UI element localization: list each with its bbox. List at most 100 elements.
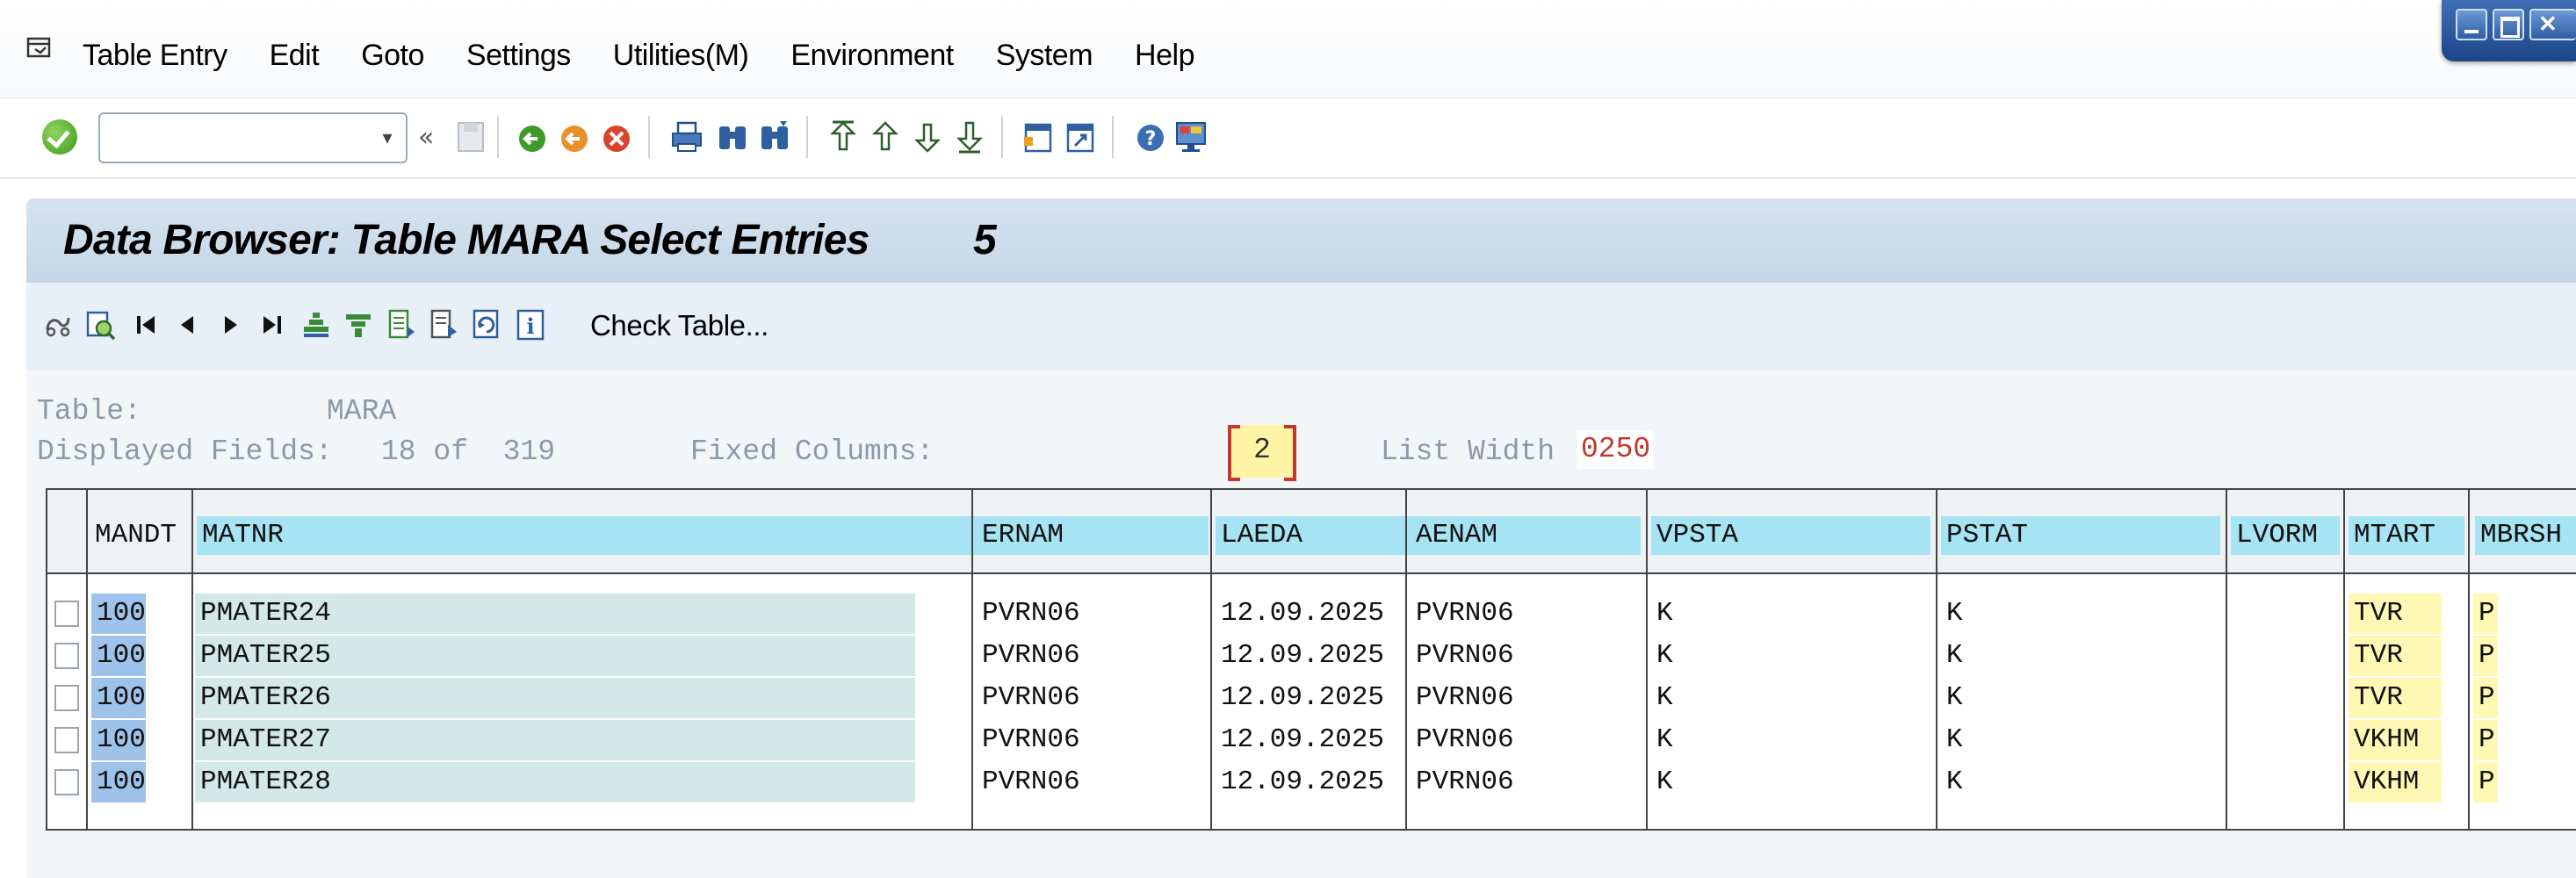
row-select-checkbox[interactable]	[54, 643, 79, 669]
last-entry-icon[interactable]	[255, 307, 286, 342]
table-row[interactable]: 100 PMATER27 PVRN06 12.09.2025 PVRN06 K …	[47, 720, 2576, 762]
menu-utilities[interactable]: Utilities(M)	[613, 39, 749, 73]
previous-page-icon[interactable]	[868, 118, 903, 156]
cell-lvorm	[2234, 636, 2301, 676]
chevron-down-icon[interactable]: ▾	[376, 126, 399, 149]
column-header-vpsta[interactable]: VPSTA	[1651, 516, 1930, 555]
column-header-ernam[interactable]: ERNAM	[977, 516, 1209, 555]
first-page-icon[interactable]	[826, 118, 861, 156]
cell-lvorm	[2234, 762, 2301, 802]
change-layout-icon[interactable]	[386, 307, 418, 342]
save-icon[interactable]	[453, 118, 488, 156]
table-row[interactable]: 100 PMATER26 PVRN06 12.09.2025 PVRN06 K …	[47, 678, 2576, 720]
exit-icon[interactable]	[557, 118, 592, 156]
system-menu-icon[interactable]	[26, 37, 53, 60]
menu-table-entry[interactable]: Table Entry	[83, 39, 227, 73]
row-select-checkbox[interactable]	[54, 769, 79, 795]
list-width-input[interactable]: 0250	[1577, 430, 1653, 469]
next-entry-icon[interactable]	[214, 307, 246, 342]
cell-mtart: TVR	[2349, 594, 2442, 634]
cancel-icon[interactable]	[599, 118, 634, 156]
help-icon[interactable]: ?	[1133, 118, 1168, 156]
table-row[interactable]: 100 PMATER25 PVRN06 12.09.2025 PVRN06 K …	[47, 636, 2576, 678]
displayed-fields-value: 18 of 319	[381, 435, 556, 468]
cell-lvorm	[2234, 594, 2301, 634]
window-controls	[2442, 0, 2576, 61]
column-header-pstat[interactable]: PSTAT	[1941, 516, 2220, 555]
table-label: Table:	[37, 395, 141, 428]
layout-icon[interactable]	[1173, 118, 1209, 156]
menu-help[interactable]: Help	[1135, 39, 1194, 73]
menu-system[interactable]: System	[996, 39, 1093, 73]
command-field[interactable]: ▾	[98, 112, 408, 163]
shortcut-icon[interactable]	[1063, 118, 1098, 156]
cell-ernam: PVRN06	[977, 720, 1196, 760]
cell-lvorm	[2234, 678, 2301, 718]
menu-goto[interactable]: Goto	[361, 39, 424, 73]
column-header-lvorm[interactable]: LVORM	[2231, 516, 2340, 555]
toolbar-separator	[1112, 116, 1114, 158]
cell-mandt: 100	[91, 594, 146, 634]
cell-mandt: 100	[91, 720, 146, 760]
select-layout-icon[interactable]	[429, 307, 460, 342]
enter-icon[interactable]	[42, 119, 77, 155]
cell-mandt: 100	[91, 762, 146, 802]
display-settings-icon[interactable]	[42, 307, 74, 342]
fixed-columns-value: 2	[1253, 434, 1271, 466]
find-icon[interactable]	[715, 118, 750, 156]
menu-settings[interactable]: Settings	[466, 39, 571, 73]
details-icon[interactable]	[84, 307, 116, 342]
fixed-columns-label: Fixed Columns:	[690, 435, 934, 468]
check-table-button[interactable]: Check Table...	[590, 309, 768, 342]
cell-mtart: VKHM	[2349, 720, 2442, 760]
maximize-button[interactable]	[2493, 9, 2524, 40]
svg-text:i: i	[526, 313, 534, 339]
create-session-icon[interactable]	[1021, 118, 1056, 156]
previous-entry-icon[interactable]	[172, 307, 204, 342]
cell-aenam: PVRN06	[1411, 636, 1620, 676]
cell-ernam: PVRN06	[977, 678, 1196, 718]
print-icon[interactable]	[669, 118, 704, 156]
cell-mbrsh: P	[2473, 720, 2498, 760]
row-select-checkbox[interactable]	[54, 601, 79, 627]
filter-icon[interactable]	[343, 307, 374, 342]
menu-edit[interactable]: Edit	[270, 39, 320, 73]
next-page-icon[interactable]	[910, 118, 945, 156]
table-row[interactable]: 100 PMATER28 PVRN06 12.09.2025 PVRN06 K …	[47, 762, 2576, 804]
column-header-mtart[interactable]: MTART	[2349, 516, 2464, 555]
close-window-button[interactable]	[2529, 9, 2576, 40]
fixed-columns-input[interactable]: 2	[1228, 425, 1296, 481]
cell-mbrsh: P	[2473, 594, 2498, 634]
cell-pstat: K	[1941, 678, 2204, 718]
page-title: Data Browser: Table MARA Select Entries	[63, 217, 869, 263]
column-header-matnr[interactable]: MATNR	[197, 516, 1010, 555]
toolbar-separator	[1001, 116, 1003, 158]
cell-mbrsh: P	[2473, 636, 2498, 676]
minimize-button[interactable]	[2456, 9, 2487, 40]
cell-aenam: PVRN06	[1411, 678, 1620, 718]
cell-vpsta: K	[1651, 762, 1911, 802]
table-row[interactable]: 100 PMATER24 PVRN06 12.09.2025 PVRN06 K …	[47, 594, 2576, 636]
cell-laeda: 12.09.2025	[1221, 766, 1385, 797]
cell-pstat: K	[1941, 762, 2204, 802]
svg-text:«: «	[418, 122, 434, 153]
refresh-icon[interactable]	[471, 307, 502, 342]
menu-bar: Table Entry Edit Goto Settings Utilities…	[0, 0, 2576, 98]
cell-ernam: PVRN06	[977, 762, 1196, 802]
cell-mtart: VKHM	[2349, 762, 2442, 802]
find-next-icon[interactable]	[757, 118, 792, 156]
cell-pstat: K	[1941, 720, 2204, 760]
menu-environment[interactable]: Environment	[790, 39, 954, 73]
cell-matnr: PMATER24	[195, 594, 915, 634]
row-select-checkbox[interactable]	[54, 727, 79, 753]
last-page-icon[interactable]	[952, 118, 987, 156]
back-icon[interactable]	[515, 118, 550, 156]
first-entry-icon[interactable]	[132, 307, 163, 342]
sort-ascending-icon[interactable]	[300, 307, 332, 342]
cell-vpsta: K	[1651, 594, 1911, 634]
column-header-mbrsh[interactable]: MBRSH	[2475, 516, 2576, 555]
row-select-checkbox[interactable]	[54, 685, 79, 711]
column-header-aenam[interactable]: AENAM	[1411, 516, 1641, 555]
collapse-command-icon[interactable]: «	[416, 118, 441, 156]
info-icon[interactable]: i	[515, 307, 546, 342]
